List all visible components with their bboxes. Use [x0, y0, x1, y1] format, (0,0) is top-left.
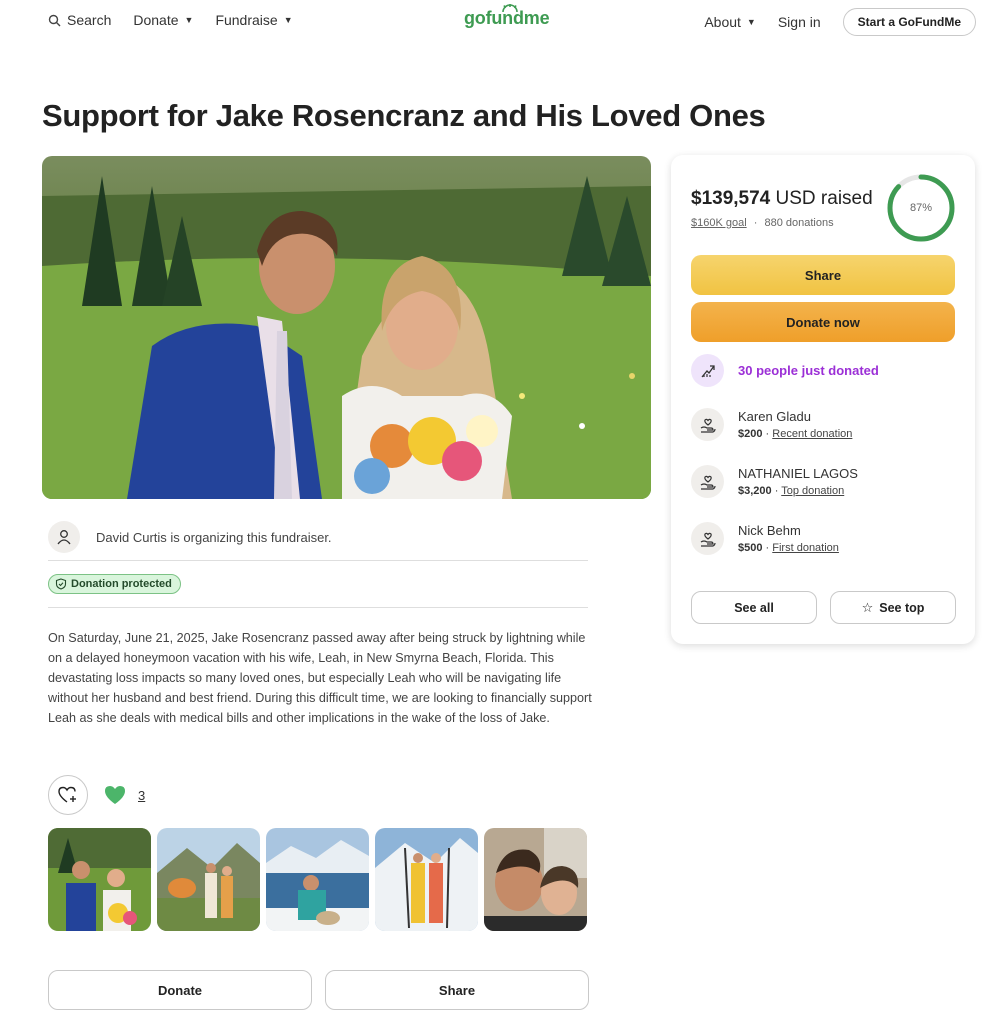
heart-plus-icon: [58, 786, 76, 803]
reactions-row: 3: [48, 775, 145, 815]
donor-name: Karen Gladu: [738, 409, 811, 424]
recent-activity: 30 people just donated: [691, 354, 879, 387]
raised-value: $139,574: [691, 188, 771, 209]
about-menu-label: About: [704, 14, 741, 30]
photo-gallery: [48, 828, 587, 931]
donation-count: 880 donations: [764, 217, 834, 229]
user-icon: [57, 530, 71, 545]
donor-meta: $500 · First donation: [738, 542, 839, 554]
donor-info: Karen Gladu $200 · Recent donation: [738, 409, 852, 440]
heart-count[interactable]: 3: [104, 785, 145, 805]
shield-check-icon: [55, 578, 67, 590]
donation-card: $139,574 USD raised $160K goal · 880 don…: [671, 155, 975, 644]
search-icon: [48, 14, 61, 26]
donor-meta: $3,200 · Top donation: [738, 485, 845, 497]
thumbnail-photo: [157, 828, 260, 931]
donor-meta: $200 · Recent donation: [738, 428, 853, 440]
donate-menu[interactable]: Donate ▼: [133, 12, 193, 28]
thumbnail-photo: [48, 828, 151, 931]
raised-suffix: USD raised: [775, 188, 873, 209]
donor-info: Nick Behm $500 · First donation: [738, 523, 839, 554]
trending-up-icon: [691, 354, 724, 387]
bottom-donate-button[interactable]: Donate: [48, 970, 312, 1010]
bottom-actions: Donate Share: [48, 970, 589, 1010]
story-text: On Saturday, June 21, 2025, Jake Rosencr…: [48, 631, 592, 725]
avatar: [48, 521, 80, 553]
gallery-thumbnail[interactable]: [48, 828, 151, 931]
donate-menu-label: Donate: [133, 12, 179, 28]
donor-tag[interactable]: First donation: [772, 542, 839, 554]
divider: [48, 560, 588, 561]
green-heart-icon: [105, 786, 125, 804]
share-button[interactable]: Share: [691, 255, 955, 295]
trend-text: 30 people just donated: [738, 363, 879, 378]
caret-down-icon: ▼: [184, 15, 194, 25]
gallery-thumbnail[interactable]: [266, 828, 369, 931]
about-menu[interactable]: About ▼: [704, 14, 756, 30]
hero-photo: [42, 156, 651, 499]
donor-item: Nick Behm $500 · First donation: [691, 522, 839, 555]
donor-name: Nick Behm: [738, 523, 801, 538]
gallery-thumbnail[interactable]: [375, 828, 478, 931]
gallery-thumbnail[interactable]: [484, 828, 587, 931]
star-icon: ☆: [861, 599, 874, 615]
see-top-label: See top: [879, 600, 925, 615]
search-button[interactable]: Search: [48, 12, 111, 28]
donor-amount: $500: [738, 542, 763, 554]
donor-name: NATHANIEL LAGOS: [738, 466, 858, 481]
donor-tag[interactable]: Top donation: [781, 485, 844, 497]
goal-line: $160K goal · 880 donations: [691, 217, 834, 229]
donation-hands-icon: [691, 465, 724, 498]
caret-down-icon: ▼: [283, 15, 293, 25]
heart-count-value: 3: [138, 787, 146, 803]
thumbnail-photo: [375, 828, 478, 931]
divider: [48, 607, 588, 608]
page-title: Support for Jake Rosencranz and His Love…: [42, 98, 766, 133]
raised-amount: $139,574 USD raised: [691, 188, 873, 210]
donor-info: NATHANIEL LAGOS $3,200 · Top donation: [738, 466, 858, 497]
donate-now-button[interactable]: Donate now: [691, 302, 955, 342]
heart-react-button[interactable]: [48, 775, 88, 815]
protected-label: Donation protected: [71, 578, 172, 590]
gofundme-logo[interactable]: gofundme: [464, 4, 550, 29]
donor-tag[interactable]: Recent donation: [772, 428, 852, 440]
donor-amount: $200: [738, 428, 763, 440]
donation-hands-icon: [691, 522, 724, 555]
fundraise-menu-label: Fundraise: [215, 12, 278, 28]
start-gofundme-button[interactable]: Start a GoFundMe: [842, 8, 976, 36]
sign-in-link[interactable]: Sign in: [778, 14, 821, 30]
bottom-share-button[interactable]: Share: [325, 970, 589, 1010]
goal-link[interactable]: $160K goal: [691, 217, 747, 229]
donor-item: NATHANIEL LAGOS $3,200 · Top donation: [691, 465, 858, 498]
see-all-label: See all: [734, 600, 774, 615]
organizer-row: David Curtis is organizing this fundrais…: [48, 514, 588, 560]
organizer-text: David Curtis is organizing this fundrais…: [96, 529, 332, 545]
fundraise-menu[interactable]: Fundraise ▼: [215, 12, 292, 28]
donor-item: Karen Gladu $200 · Recent donation: [691, 408, 852, 441]
progress-percent: 87%: [909, 202, 933, 214]
donor-amount: $3,200: [738, 485, 772, 497]
see-all-button[interactable]: See all: [691, 591, 817, 624]
search-label: Search: [67, 12, 112, 28]
donation-hands-icon: [691, 408, 724, 441]
top-navigation: Search Donate ▼ Fundraise ▼ gofundme Abo…: [0, 0, 998, 44]
gallery-thumbnail[interactable]: [157, 828, 260, 931]
nav-right: About ▼ Sign in Start a GoFundMe: [704, 8, 976, 36]
goal-separator: ·: [753, 217, 758, 229]
caret-down-icon: ▼: [746, 17, 756, 27]
card-actions: See all ☆ See top: [691, 591, 956, 624]
hero-image[interactable]: [42, 156, 651, 499]
thumbnail-photo: [484, 828, 587, 931]
donation-protected-badge[interactable]: Donation protected: [48, 574, 181, 594]
thumbnail-photo: [266, 828, 369, 931]
sun-rays-icon: [502, 4, 518, 12]
see-top-button[interactable]: ☆ See top: [830, 591, 956, 624]
nav-left: Search Donate ▼ Fundraise ▼: [48, 12, 293, 28]
